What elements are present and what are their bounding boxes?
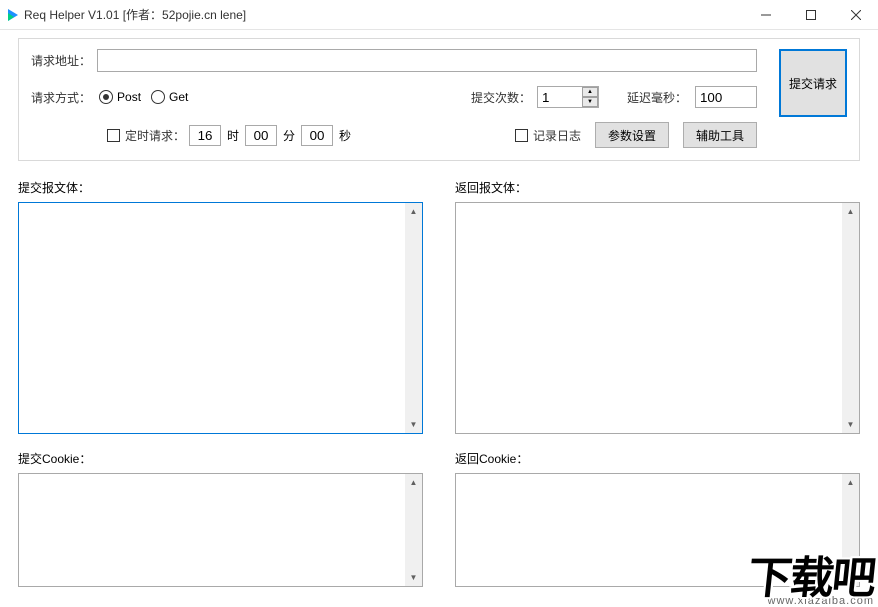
- log-label: 记录日志: [533, 127, 581, 144]
- submit-label: 提交请求: [789, 75, 837, 92]
- request-cookie-wrap: ▲ ▼: [18, 473, 423, 587]
- scroll-down-icon[interactable]: ▼: [405, 416, 422, 433]
- radio-post-label: Post: [117, 90, 141, 104]
- log-checkbox[interactable]: [515, 129, 528, 142]
- method-label: 请求方式：: [31, 89, 91, 106]
- url-label: 请求地址：: [31, 52, 91, 69]
- url-input[interactable]: [97, 49, 757, 72]
- radio-circle-icon: [151, 90, 165, 104]
- request-panel: 请求地址： 请求方式： Post Get 提交次数：: [18, 38, 860, 161]
- method-radio-group: Post Get: [99, 90, 188, 104]
- timed-checkbox[interactable]: [107, 129, 120, 142]
- count-label: 提交次数：: [471, 89, 531, 106]
- request-body-label: 提交报文体：: [18, 179, 423, 196]
- radio-circle-icon: [99, 90, 113, 104]
- second-unit: 秒: [339, 127, 351, 144]
- scroll-down-icon[interactable]: ▼: [842, 569, 859, 586]
- radio-post[interactable]: Post: [99, 90, 141, 104]
- hour-unit: 时: [227, 127, 239, 144]
- response-body-wrap: ▲ ▼: [455, 202, 860, 434]
- radio-get[interactable]: Get: [151, 90, 188, 104]
- scroll-down-icon[interactable]: ▼: [842, 416, 859, 433]
- window-controls: [743, 0, 878, 29]
- delay-label: 延迟毫秒：: [627, 89, 687, 106]
- response-body-label: 返回报文体：: [455, 179, 860, 196]
- request-cookie-label: 提交Cookie：: [18, 450, 423, 467]
- helper-tools-button[interactable]: 辅助工具: [683, 122, 757, 148]
- scrollbar[interactable]: ▲ ▼: [405, 203, 422, 433]
- scroll-up-icon[interactable]: ▲: [842, 203, 859, 220]
- timed-label: 定时请求：: [125, 127, 185, 144]
- param-settings-button[interactable]: 参数设置: [595, 122, 669, 148]
- submit-button[interactable]: 提交请求: [779, 49, 847, 117]
- request-body-textarea[interactable]: [19, 203, 405, 433]
- scrollbar[interactable]: ▲ ▼: [842, 474, 859, 586]
- response-cookie-label: 返回Cookie：: [455, 450, 860, 467]
- minimize-button[interactable]: [743, 0, 788, 29]
- watermark-url: www.xiazaiba.com: [748, 595, 874, 607]
- minute-unit: 分: [283, 127, 295, 144]
- scroll-up-icon[interactable]: ▲: [405, 203, 422, 220]
- scroll-down-icon[interactable]: ▼: [405, 569, 422, 586]
- spin-down-icon[interactable]: ▼: [582, 97, 598, 107]
- spin-up-icon[interactable]: ▲: [582, 87, 598, 97]
- titlebar: Req Helper V1.01 [作者：52pojie.cn lene]: [0, 0, 878, 30]
- response-body-textarea[interactable]: [456, 203, 842, 433]
- scroll-up-icon[interactable]: ▲: [405, 474, 422, 491]
- delay-input[interactable]: [695, 86, 757, 108]
- second-input[interactable]: [301, 125, 333, 146]
- scrollbar[interactable]: ▲ ▼: [842, 203, 859, 433]
- request-body-wrap: ▲ ▼: [18, 202, 423, 434]
- minute-input[interactable]: [245, 125, 277, 146]
- response-cookie-wrap: ▲ ▼: [455, 473, 860, 587]
- close-button[interactable]: [833, 0, 878, 29]
- window-title: Req Helper V1.01 [作者：52pojie.cn lene]: [24, 6, 246, 23]
- scrollbar[interactable]: ▲ ▼: [405, 474, 422, 586]
- scroll-up-icon[interactable]: ▲: [842, 474, 859, 491]
- request-cookie-textarea[interactable]: [19, 474, 405, 586]
- maximize-button[interactable]: [788, 0, 833, 29]
- app-icon: [8, 9, 18, 21]
- hour-input[interactable]: [189, 125, 221, 146]
- response-cookie-textarea[interactable]: [456, 474, 842, 586]
- radio-get-label: Get: [169, 90, 188, 104]
